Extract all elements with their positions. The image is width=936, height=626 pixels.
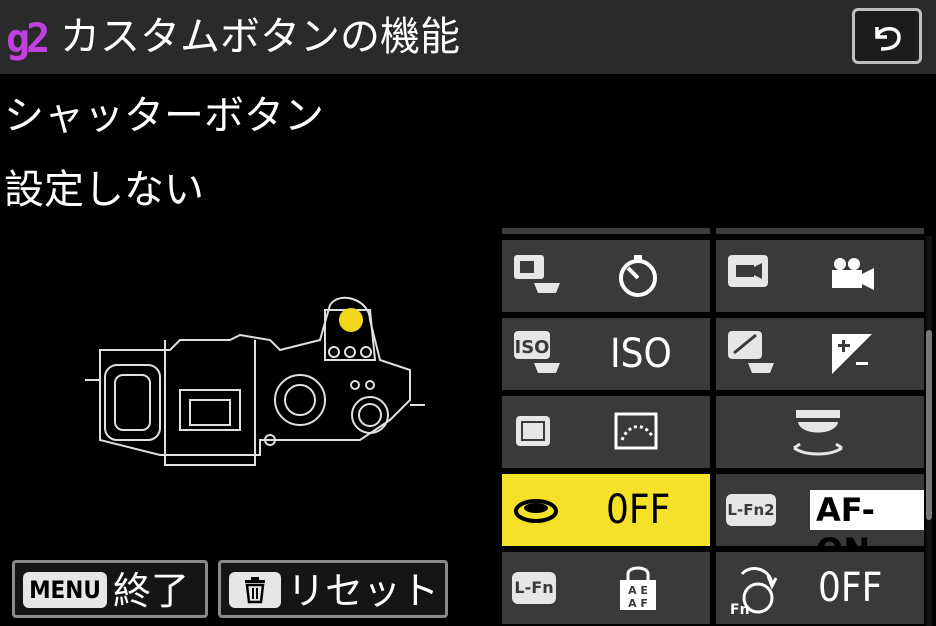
af-ae-lock-icon: A E A F (620, 566, 656, 610)
l-fn2-button-icon: L-Fn2 (726, 494, 776, 526)
picture-control-button-icon (516, 416, 550, 446)
menu-badge: MENU (23, 572, 107, 608)
grid-top-divider (502, 228, 710, 234)
trash-badge (229, 572, 281, 608)
grid-cell-l-fn[interactable]: L-Fn A E A F (502, 552, 710, 624)
reset-button[interactable]: リセット (218, 560, 448, 618)
exposure-comp-button-icon (728, 331, 774, 373)
af-on-value: AF-ON (810, 490, 924, 569)
grid-cell-shutter-selected[interactable]: 0FF (502, 474, 710, 546)
svg-text:A F: A F (628, 597, 648, 610)
fn-ring-value: 0FF (818, 565, 883, 611)
exposure-comp-icon (832, 334, 872, 374)
movie-camera-icon (832, 258, 874, 290)
current-value: 設定しない (4, 167, 204, 213)
stack-camera-icon (514, 255, 560, 293)
trash-icon (245, 577, 265, 604)
picture-control-icon (614, 412, 658, 450)
self-timer-icon (619, 255, 657, 297)
exit-label: 終了 (113, 569, 190, 613)
page-title: カスタムボタンの機能 (60, 14, 460, 60)
grid-cell-movie[interactable] (716, 240, 924, 312)
scrollbar-thumb[interactable] (926, 330, 932, 520)
back-button[interactable] (852, 8, 922, 64)
header-bar: g2 カスタムボタンの機能 (0, 0, 936, 74)
grid-cell-release-mode[interactable] (502, 240, 710, 312)
grid-top-divider (716, 228, 924, 234)
control-name: シャッターボタン (4, 93, 324, 139)
svg-text:A E: A E (628, 584, 648, 597)
grid-cell-fn-ring[interactable]: Fn 0FF (716, 552, 924, 624)
reset-label: リセット (287, 569, 440, 613)
menu-tag: g2 (6, 16, 50, 62)
movie-camera-badge-icon (728, 255, 768, 287)
svg-text:Fn: Fn (730, 602, 750, 616)
grid-cell-iso[interactable]: ISO ISO (502, 318, 710, 390)
return-arrow-icon (875, 27, 901, 51)
iso-button-icon: ISO (514, 331, 560, 373)
command-dial-icon (793, 410, 843, 456)
iso-value: ISO (610, 331, 672, 377)
shutter-release-icon (514, 499, 558, 523)
svg-text:ISO: ISO (515, 337, 550, 358)
l-fn-button-icon: L-Fn (512, 572, 556, 604)
grid-cell-command-dial[interactable] (716, 396, 924, 468)
grid-cell-picture-control[interactable] (502, 396, 710, 468)
camera-diagram (85, 296, 425, 466)
shutter-value: 0FF (606, 487, 671, 533)
grid-cell-l-fn2[interactable]: L-Fn2 AF-ON (716, 474, 924, 569)
fn-ring-icon: Fn (730, 567, 778, 616)
exit-button[interactable]: MENU 終了 (12, 560, 208, 618)
grid-cell-exposure-comp[interactable] (716, 318, 924, 390)
